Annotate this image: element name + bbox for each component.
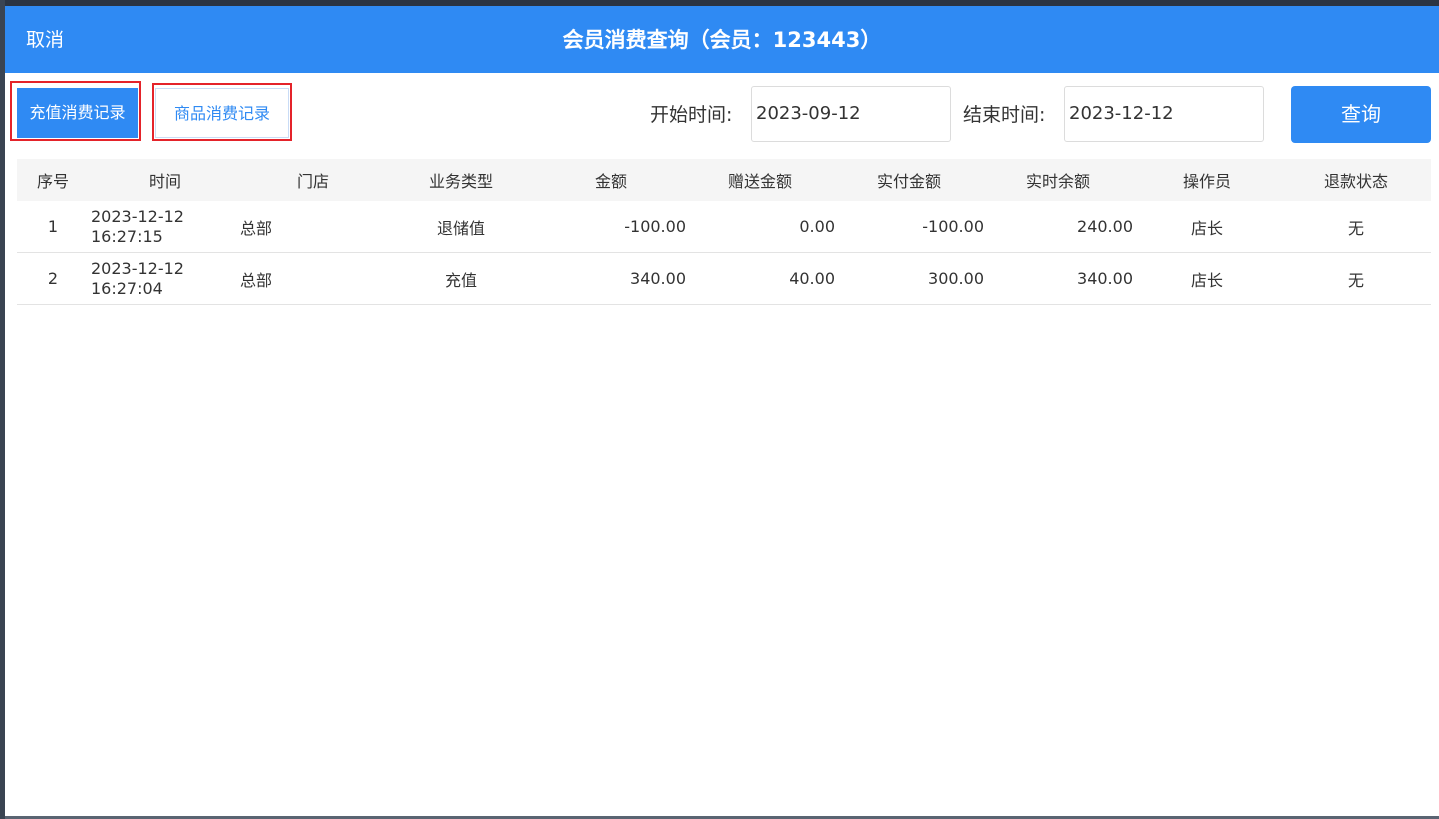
cell-type: 退储值 <box>436 218 485 238</box>
cell-store: 总部 <box>240 218 273 238</box>
header-paid: 实付金额 <box>876 172 941 191</box>
end-date-input[interactable]: 2023-12-12 <box>1064 86 1264 142</box>
header-index: 序号 <box>36 172 69 191</box>
header-balance: 实时余额 <box>1025 172 1090 191</box>
cell-time-text: 16:27:15 <box>91 226 163 246</box>
header-bonus: 赠送金额 <box>727 172 792 191</box>
start-date-input[interactable]: 2023-09-12 <box>751 86 951 142</box>
table-header: 序号 时间 门店 业务类型 金额 赠送金额 实付金额 实时余额 操作员 退款状态 <box>17 159 1431 201</box>
cell-date-text: 2023-12-12 <box>91 258 184 278</box>
header-operator: 操作员 <box>1182 172 1231 191</box>
header-amount: 金额 <box>594 172 627 191</box>
cell-refund: 无 <box>1347 218 1364 238</box>
cell-bonus: 0.00 <box>799 217 835 236</box>
dialog-title: 会员消费查询（会员：123443） <box>562 28 882 52</box>
tab-recharge-records[interactable]: 充值消费记录 <box>17 88 138 138</box>
table-row[interactable]: 1 2023-12-12 16:27:15 总部 退储值 -100.00 0.0… <box>17 201 1431 253</box>
cell-amount: -100.00 <box>624 217 686 236</box>
header-time: 时间 <box>148 172 181 191</box>
end-time-label: 结束时间: <box>963 104 1046 126</box>
header-type: 业务类型 <box>428 172 493 191</box>
cell-type: 充值 <box>444 270 477 290</box>
cell-store: 总部 <box>240 270 273 290</box>
cell-balance: 340.00 <box>1077 269 1133 288</box>
cell-paid: -100.00 <box>922 217 984 236</box>
header-store: 门店 <box>296 172 329 191</box>
tab-goods-records[interactable]: 商品消费记录 <box>155 88 289 138</box>
member-consumption-dialog: 取消 会员消费查询（会员：123443） 充值消费记录 商品消费记录 开始时间:… <box>5 6 1439 816</box>
cell-bonus: 40.00 <box>789 269 835 288</box>
query-button[interactable]: 查询 <box>1291 86 1431 143</box>
cell-amount: 340.00 <box>630 269 686 288</box>
cell-paid: 300.00 <box>928 269 984 288</box>
cell-operator: 店长 <box>1190 270 1223 290</box>
cell-time: 2023-12-12 16:27:04 <box>91 253 241 304</box>
dialog-title-bar: 取消 会员消费查询（会员：123443） <box>5 6 1439 73</box>
cell-refund: 无 <box>1347 270 1364 290</box>
cell-index: 2 <box>47 269 59 288</box>
header-refund: 退款状态 <box>1323 172 1388 191</box>
cell-time: 2023-12-12 16:27:15 <box>91 201 241 252</box>
cell-operator: 店长 <box>1190 218 1223 238</box>
cell-time-text: 16:27:04 <box>91 278 163 298</box>
table-row[interactable]: 2 2023-12-12 16:27:04 总部 充值 340.00 40.00… <box>17 253 1431 305</box>
records-table: 序号 时间 门店 业务类型 金额 赠送金额 实付金额 实时余额 操作员 退款状态… <box>17 159 1431 305</box>
cell-date-text: 2023-12-12 <box>91 206 184 226</box>
cell-balance: 240.00 <box>1077 217 1133 236</box>
cell-index: 1 <box>47 217 59 236</box>
start-time-label: 开始时间: <box>650 104 733 126</box>
